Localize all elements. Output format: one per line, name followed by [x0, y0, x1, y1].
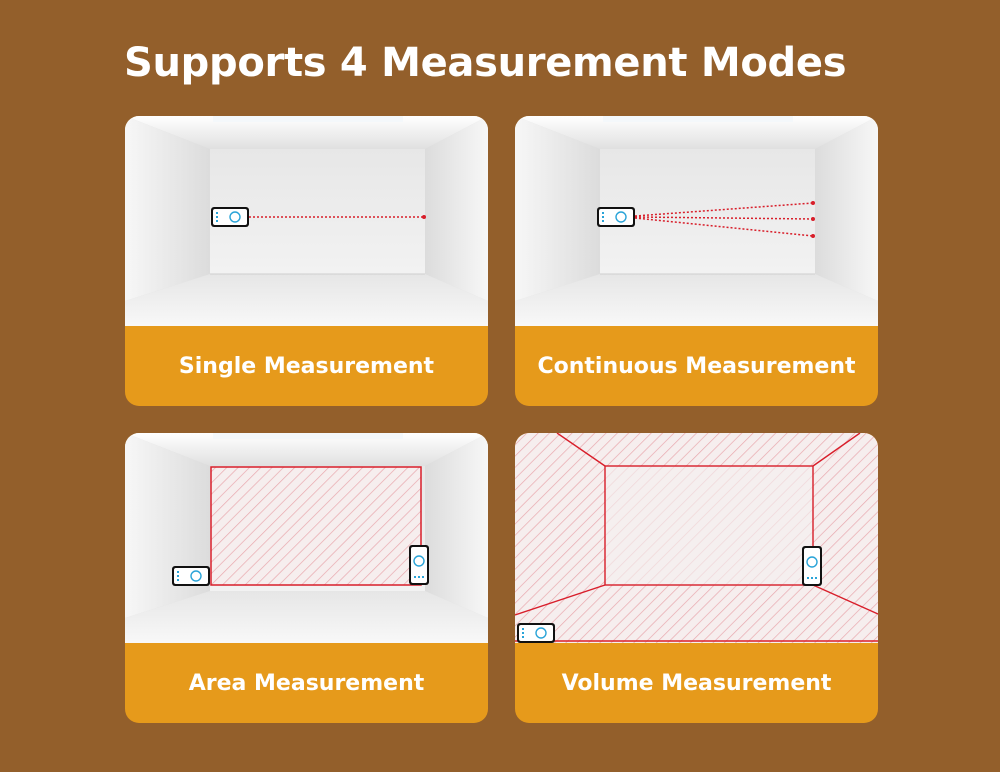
laser-meter-device-icon — [802, 546, 822, 586]
page-title: Supports 4 Measurement Modes — [124, 40, 847, 86]
mode-label-continuous: Continuous Measurement — [537, 353, 856, 379]
laser-meter-device-icon — [172, 566, 210, 586]
laser-meter-device-icon — [211, 207, 249, 227]
room-scene-single — [125, 116, 488, 326]
room-scene-volume — [515, 433, 878, 643]
room-scene-continuous — [515, 116, 878, 326]
laser-meter-device-icon — [409, 545, 429, 585]
area-highlight — [210, 466, 422, 586]
room-scene-area — [125, 433, 488, 643]
mode-card-area: Area Measurement — [125, 433, 488, 723]
mode-card-volume: Volume Measurement — [515, 433, 878, 723]
mode-label-single: Single Measurement — [178, 353, 435, 379]
laser-meter-device-icon — [517, 623, 555, 643]
mode-label-volume: Volume Measurement — [561, 670, 832, 696]
mode-label-area: Area Measurement — [188, 670, 425, 696]
mode-card-single: Single Measurement — [125, 116, 488, 406]
laser-meter-device-icon — [597, 207, 635, 227]
mode-card-continuous: Continuous Measurement — [515, 116, 878, 406]
